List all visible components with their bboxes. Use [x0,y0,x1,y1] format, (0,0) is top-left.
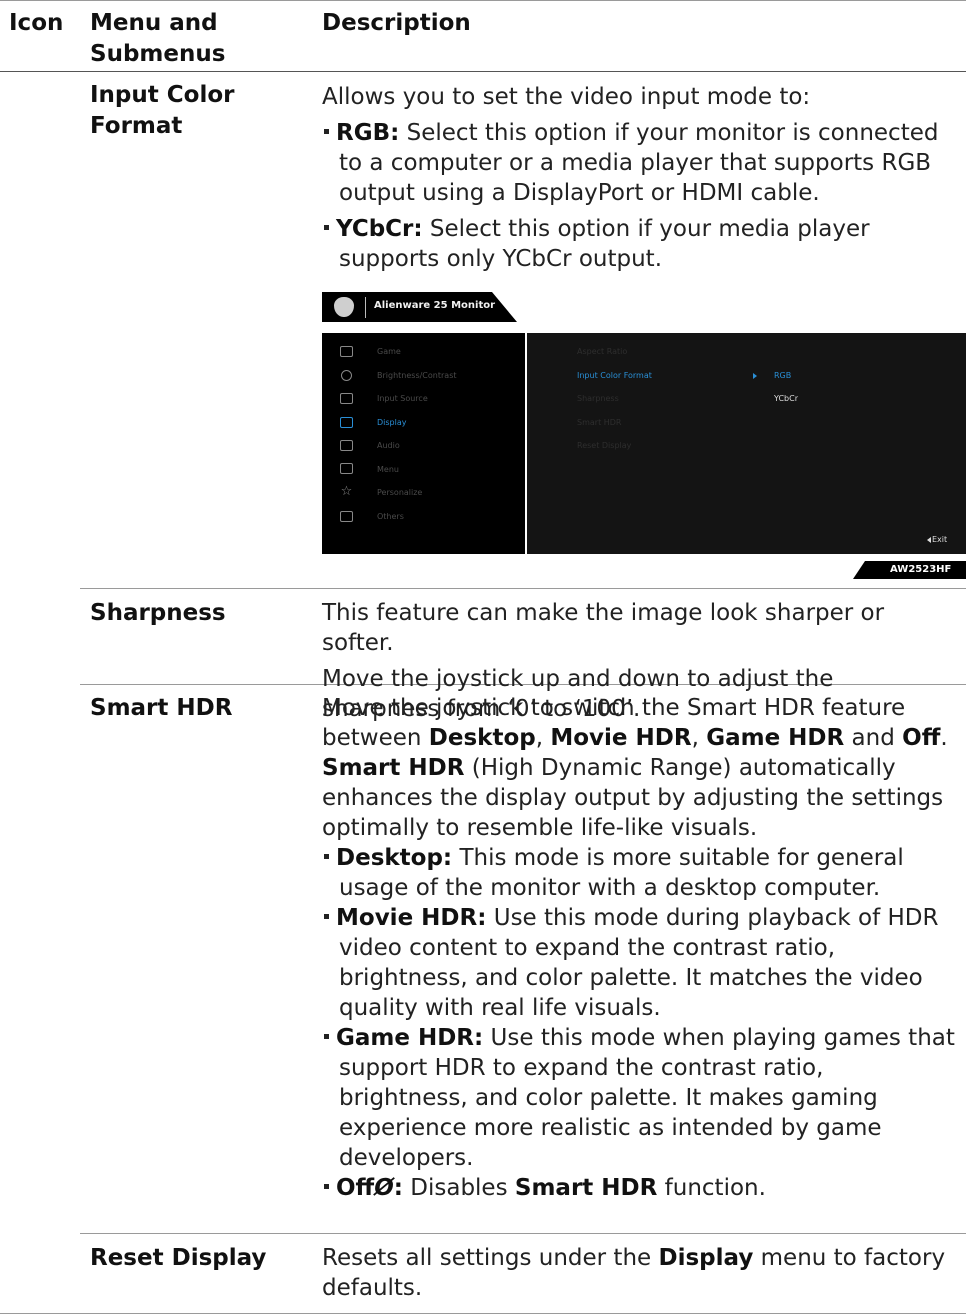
desc-input-color-format: Allows you to set the video input mode t… [322,82,958,274]
desc-reset-display: Resets all settings under the Display me… [322,1243,958,1303]
osd-menu-item-game: Game [377,347,401,356]
text-run: function. [657,1175,766,1201]
bullet-icon [324,1034,329,1039]
list-item: Game HDR: Use this mode when playing gam… [322,1023,958,1173]
menu-input-color-format: Input Color Format [90,82,235,139]
osd-menu-item-others: Others [377,512,404,521]
term: Smart HDR [322,755,465,781]
text-run: . [940,725,948,751]
game-icon [340,346,353,357]
star-icon: ☆ [340,484,353,499]
osd-menu-item-display: Display [377,418,407,427]
osd-menu-item-input-source: Input Source [377,394,428,403]
header-icon: Icon [9,10,64,36]
menu-reset-display: Reset Display [90,1245,267,1271]
term: YCbCr: [336,216,423,242]
others-icon [340,511,353,522]
osd-submenu-aspect-ratio: Aspect Ratio [577,347,628,356]
osd-title: Alienware 25 Monitor [374,300,496,311]
text-run: , [535,725,551,751]
selection-arrow-icon [753,373,757,379]
osd-option-rgb: RGB [774,371,792,380]
term: Movie HDR: [336,905,487,931]
desc-text: This feature can make the image look sha… [322,600,885,656]
list-item: Desktop: This mode is more suitable for … [322,843,958,903]
desc-text: Move the joystick to switch the Smart HD… [322,693,958,753]
term: Display [658,1245,754,1271]
term: Movie HDR [550,725,692,751]
text-run: and [844,725,903,751]
input-source-icon [340,393,353,404]
bullet-icon [324,225,329,230]
term: : [393,1175,403,1201]
text-run: Disables [410,1175,515,1201]
menu-smart-hdr: Smart HDR [90,695,233,721]
list-item: RGB: Select this option if your monitor … [322,118,958,208]
text-run: , [691,725,707,751]
term: Desktop: [336,845,453,871]
list-item: YCbCr: Select this option if your media … [322,214,958,274]
osd-menu-item-audio: Audio [377,441,400,450]
table-bottom-rule [0,1313,966,1314]
list-item: OffØ: Disables Smart HDR function. [322,1173,958,1203]
list-item: Movie HDR: Use this mode during playback… [322,903,958,1023]
osd-submenu-input-color-format: Input Color Format [577,371,652,380]
term: Off [336,1175,375,1201]
osd-menu-item-menu: Menu [377,465,399,474]
desc-text: Allows you to set the video input mode t… [322,84,811,110]
header-rule [0,71,966,72]
osd-exit: Exit [932,535,948,544]
term: RGB: [336,120,400,146]
display-icon [340,417,353,428]
table-top-rule [0,0,966,1]
row-rule [80,588,966,589]
header-menu: Menu and Submenus [90,10,226,67]
bullet-icon [324,129,329,134]
bullet-icon [324,1184,329,1189]
osd-submenu-sharpness: Sharpness [577,394,619,403]
row-rule [80,1233,966,1234]
menu-icon [340,463,353,474]
brightness-icon [341,370,352,381]
exit-arrow-icon [927,537,931,543]
osd-separator [365,297,366,318]
text-run: Resets all settings under the [322,1245,659,1271]
desc-text: Resets all settings under the Display me… [322,1243,958,1303]
header-description: Description [322,10,471,36]
item-text: Select this option if your monitor is co… [339,120,939,206]
osd-menu-item-brightness: Brightness/Contrast [377,371,457,380]
term: Desktop [428,725,536,751]
osd-menu-item-personalize: Personalize [377,488,423,497]
menu-sharpness: Sharpness [90,600,226,626]
osd-option-ycbcr: YCbCr [774,394,798,403]
desc-text: Smart HDR (High Dynamic Range) automatic… [322,753,958,843]
model-badge: AW2523HF [853,561,966,579]
term: Game HDR [706,725,845,751]
off-symbol-icon: Ø [374,1175,394,1201]
osd-submenu-smart-hdr: Smart HDR [577,418,622,427]
bullet-icon [324,914,329,919]
osd-submenu-reset-display: Reset Display [577,441,632,450]
audio-icon [340,440,353,451]
model-label: AW2523HF [890,564,952,575]
bullet-icon [324,854,329,859]
term: Smart HDR [514,1175,658,1201]
desc-smart-hdr: Move the joystick to switch the Smart HD… [322,693,958,1203]
term: Off [902,725,941,751]
term: Game HDR: [336,1025,484,1051]
